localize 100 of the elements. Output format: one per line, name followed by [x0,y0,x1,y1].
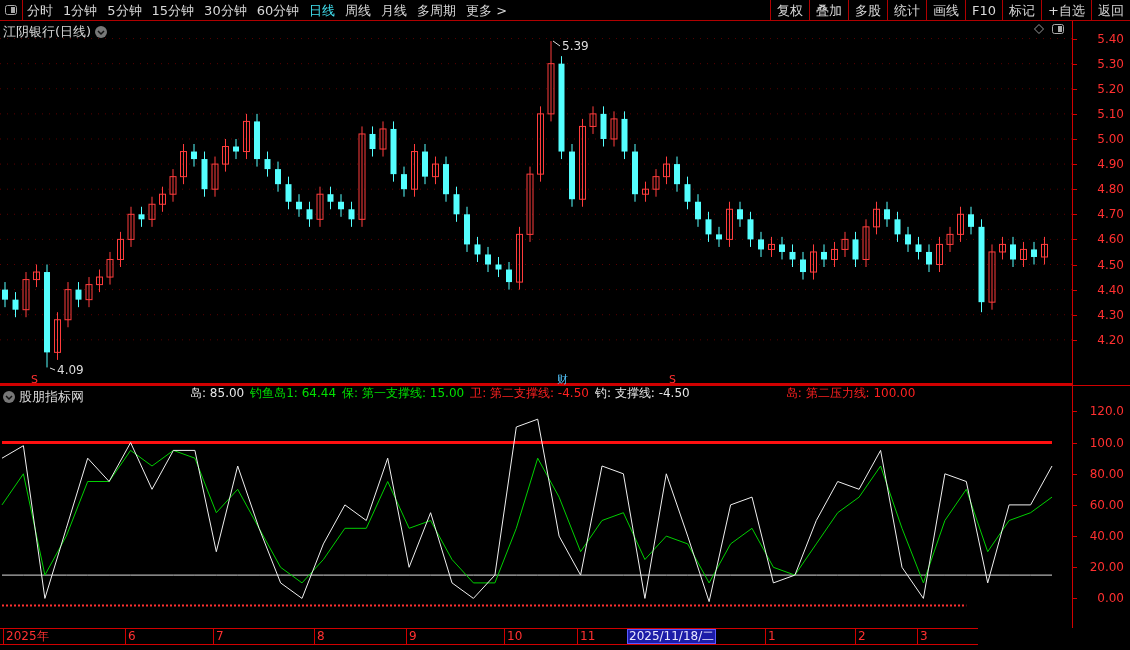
candlestick [401,166,407,198]
toolbar-button[interactable]: F10 [965,0,1003,20]
axis-label: 4.40 [1097,283,1124,296]
axis-label: 4.90 [1097,158,1124,171]
candlestick [779,236,785,260]
panel-toggle-icon[interactable] [1052,24,1064,34]
candlestick [64,281,72,328]
period-tab[interactable]: 周线 [345,3,372,17]
candlestick [758,231,764,258]
date-label: 1 [765,629,776,644]
candlestick [54,311,61,361]
candlestick [222,138,229,173]
candlestick [338,193,344,218]
axis-label: 4.80 [1097,183,1124,196]
candlestick [106,251,114,286]
candlestick [705,211,712,243]
candlestick [453,186,460,223]
toolbar-button[interactable]: 复权 [770,0,810,20]
axis-label: 5.10 [1097,107,1124,120]
dropdown-icon[interactable] [3,390,15,403]
candlestick [148,196,156,228]
legend-value: 岛: 85.00 [190,387,245,399]
toolbar-button[interactable]: 标记 [1002,0,1042,20]
candlestick [589,105,597,135]
candlestick [390,120,397,183]
dropdown-icon[interactable] [95,25,108,38]
candlestick [243,113,250,160]
candlestick [674,156,680,193]
axis-label: 100.0 [1089,436,1124,449]
period-tab[interactable]: 1分钟 [63,3,98,17]
candlestick [85,276,93,308]
candlestick [831,241,838,268]
candlestick [296,193,302,218]
period-tab[interactable]: 多周期 [417,3,457,17]
period-tab[interactable]: 更多 > [466,3,508,17]
candlestick [348,201,355,228]
candlestick [968,206,974,235]
candlestick [862,218,870,268]
candlestick [695,193,701,228]
candlestick [600,105,607,147]
date-label: 7 [213,629,224,644]
axis-label: 4.70 [1097,208,1124,221]
period-tab[interactable]: 5分钟 [107,3,142,17]
candlestick [768,236,775,258]
axis-label: 40.00 [1089,530,1124,543]
candlestick [516,226,523,291]
candlestick [1020,241,1027,268]
candlestick [663,156,670,185]
period-tab[interactable]: 60分钟 [256,3,300,17]
candlestick [233,138,239,160]
period-tab[interactable]: 月线 [381,3,408,17]
candlestick [275,161,281,193]
axis-label: 4.20 [1097,333,1124,346]
toolbar-button[interactable]: 统计 [887,0,927,20]
candlestick [569,143,575,208]
axis-label: 4.60 [1097,233,1124,246]
period-tab[interactable]: 30分钟 [204,3,247,17]
toolbar-button[interactable]: 叠加 [809,0,849,20]
candlestick [169,168,177,203]
period-tab[interactable]: 15分钟 [151,3,195,17]
period-tab[interactable]: 日线 [309,3,336,17]
candlestick [946,226,954,253]
legend-value: 卫: 第二支撑线: -4.50 [470,387,589,399]
candlestick [726,201,733,248]
panel-toggle-icon[interactable] [5,5,17,15]
event-marker: 财 [557,373,568,385]
axis-label: 80.00 [1089,467,1124,480]
candlestick [33,264,40,288]
date-label: 2025/11/18/二 [627,629,717,644]
candlestick [621,110,628,160]
candlestick [379,120,387,158]
candlestick [495,256,502,278]
candlestick [894,211,901,243]
chart-title: 江阴银行(日线) [3,23,92,41]
diamond-icon[interactable] [1034,24,1044,34]
candlestick [432,156,439,185]
event-marker: S [669,373,676,385]
candlestick [22,271,30,318]
candlestick [957,206,964,243]
candlestick [747,211,754,248]
candlestick [789,243,796,268]
toolbar-button[interactable]: 返回 [1091,0,1130,20]
date-label: 6 [125,629,136,644]
candlestick [138,206,145,228]
candlestick [327,186,334,210]
period-tab[interactable]: 分时 [27,3,53,17]
candlestick [884,201,890,228]
candlestick [474,236,481,263]
event-marker: S [31,373,38,385]
candlestick [464,206,470,253]
candlestick [988,243,996,311]
candlestick [306,201,313,228]
toolbar-button[interactable]: +自选 [1041,0,1091,20]
candlestick [316,186,324,228]
legend-value: 钓鱼岛1: 64.44 [250,387,337,399]
candlestick [873,201,880,235]
date-label: 2 [855,629,866,644]
toolbar-button[interactable]: 画线 [926,0,966,20]
toolbar-button[interactable]: 多股 [848,0,888,20]
candlestick [1041,236,1048,265]
